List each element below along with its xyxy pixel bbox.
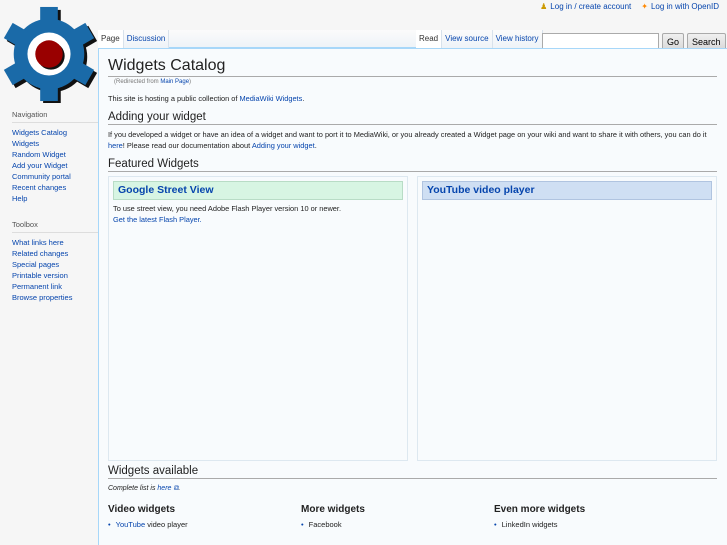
nav-add-widget[interactable]: Add your Widget [12, 161, 67, 170]
column-title: Even more widgets [494, 504, 586, 515]
tab-read[interactable]: Read [416, 30, 443, 48]
available-heading: Widgets available [108, 465, 717, 479]
namespace-tabs: Page Discussion [98, 30, 426, 48]
street-view-title[interactable]: Google Street View [113, 181, 403, 200]
adding-heading: Adding your widget [108, 111, 717, 125]
adding-text-2: ! Please read our documentation about [122, 141, 252, 150]
intro-label: This site is hosting a public collection… [108, 94, 240, 103]
flash-note: To use street view, you need Adobe Flash… [113, 204, 342, 213]
nav-help[interactable]: Help [12, 194, 27, 203]
flash-player-link[interactable]: Get the latest Flash Player. [113, 215, 202, 224]
video-widgets-column: Video widgets YouTube video player [108, 504, 301, 529]
nav-recent-changes[interactable]: Recent changes [12, 183, 66, 192]
tool-browse-properties[interactable]: Browse properties [12, 293, 72, 302]
mediawiki-widgets-link[interactable]: MediaWiki Widgets [239, 94, 302, 103]
here-link[interactable]: here [108, 141, 123, 150]
user-icon: ♟ [540, 2, 548, 11]
item-text: video player [145, 520, 188, 529]
featured-widgets: Google Street View To use street view, y… [108, 176, 717, 461]
page-title: Widgets Catalog [108, 57, 717, 77]
tab-page[interactable]: Page [98, 30, 124, 48]
tab-discussion[interactable]: Discussion [123, 30, 170, 48]
content: Widgets Catalog (Redirected from Main Pa… [98, 48, 727, 545]
main-page-link[interactable]: Main Page [160, 79, 189, 85]
nav-random-widget[interactable]: Random Widget [12, 150, 66, 159]
login-link[interactable]: Log in / create account [550, 2, 631, 11]
openid-login-link[interactable]: Log in with OpenID [651, 2, 719, 11]
openid-icon: ✦ [641, 2, 648, 11]
even-more-widgets-column: Even more widgets LinkedIn widgets [494, 504, 687, 529]
list-item: Facebook [301, 520, 494, 529]
site-logo[interactable] [0, 5, 98, 103]
toolbox-heading: Toolbox [12, 220, 98, 233]
adding-end: . [314, 141, 317, 150]
tool-related-changes[interactable]: Related changes [12, 249, 68, 258]
tool-permanent-link[interactable]: Permanent link [12, 282, 62, 291]
personal-tools: ♟ Log in / create account ✦ Log in with Op… [540, 2, 719, 11]
redirect-prefix: (Redirected from [114, 79, 161, 85]
adding-text: If you developed a widget or have an ide… [108, 129, 717, 151]
column-title: Video widgets [108, 504, 176, 515]
adding-widget-link[interactable]: Adding your widget [252, 141, 315, 150]
complete-list: Complete list is here ⧉. [108, 483, 717, 494]
complete-list-end: . [178, 485, 181, 492]
adding-text-1: If you developed a widget or have an ide… [108, 130, 707, 139]
youtube-link[interactable]: YouTube [116, 520, 145, 529]
view-tabs: Read View source View history [416, 30, 543, 48]
intro-end: . [302, 94, 305, 103]
tab-view-source[interactable]: View source [442, 30, 493, 48]
navigation-heading: Navigation [12, 110, 98, 123]
tool-special-pages[interactable]: Special pages [12, 260, 59, 269]
tab-spacer [169, 30, 426, 48]
featured-street-view: Google Street View To use street view, y… [108, 176, 408, 461]
widget-columns: Video widgets YouTube video player More … [108, 504, 717, 529]
nav-community-portal[interactable]: Community portal [12, 172, 71, 181]
complete-list-link[interactable]: here [157, 485, 171, 492]
toolbox-portal: Toolbox What links here Related changes … [12, 220, 98, 303]
column-title: More widgets [301, 504, 365, 515]
tab-view-history[interactable]: View history [492, 30, 543, 48]
nav-widgets[interactable]: Widgets [12, 139, 39, 148]
list-item: YouTube video player [108, 520, 301, 529]
featured-heading: Featured Widgets [108, 158, 717, 172]
featured-youtube: YouTube video player [417, 176, 717, 461]
nav-widgets-catalog[interactable]: Widgets Catalog [12, 128, 67, 137]
sidebar: Navigation Widgets Catalog Widgets Rando… [0, 110, 98, 319]
more-widgets-column: More widgets Facebook [301, 504, 494, 529]
youtube-title[interactable]: YouTube video player [422, 181, 712, 200]
intro-text: This site is hosting a public collection… [108, 93, 717, 104]
navigation-portal: Navigation Widgets Catalog Widgets Rando… [12, 110, 98, 204]
redirect-note: (Redirected from Main Page) [114, 79, 717, 85]
list-item: LinkedIn widgets [494, 520, 687, 529]
complete-list-label: Complete list is [108, 485, 158, 492]
tool-printable-version[interactable]: Printable version [12, 271, 68, 280]
redirect-suffix: ) [189, 79, 192, 85]
tool-what-links-here[interactable]: What links here [12, 238, 64, 247]
